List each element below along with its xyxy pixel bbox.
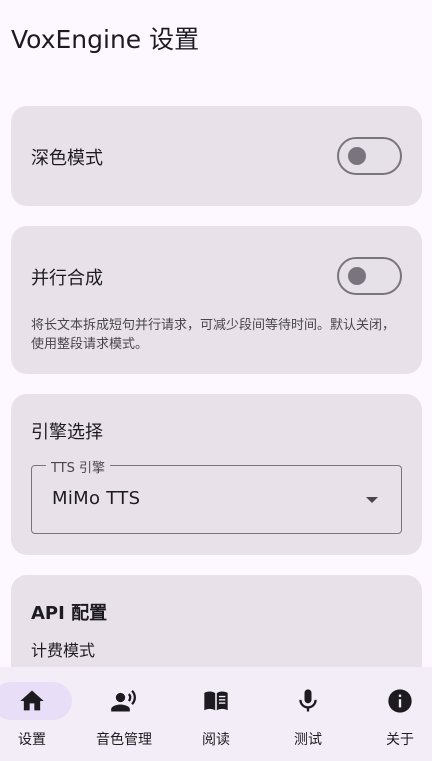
parallel-synthesis-label: 并行合成 [31, 268, 103, 289]
dark-mode-label: 深色模式 [31, 148, 103, 169]
nav-label: 关于 [386, 732, 414, 748]
home-icon [20, 690, 44, 711]
engine-select-card: 引擎选择 TTS 引擎 MiMo TTS [11, 394, 422, 555]
engine-section-label: 引擎选择 [31, 422, 103, 443]
switch-thumb [348, 267, 366, 285]
nav-item-about[interactable]: 关于 [357, 667, 432, 761]
parallel-synthesis-description: 将长文本拆成短句并行请求，可减少段间等待时间。默认关闭，使用整段请求模式。 [31, 318, 396, 352]
bottom-navigation: 设置 音色管理 阅读 测试 关于 [0, 667, 432, 761]
tts-engine-dropdown[interactable]: TTS 引擎 MiMo TTS [31, 457, 402, 534]
switch-thumb [348, 147, 366, 165]
nav-label: 设置 [18, 732, 46, 748]
dark-mode-card: 深色模式 [11, 106, 422, 206]
info-icon [388, 689, 412, 713]
dropdown-arrow-icon [366, 497, 378, 503]
nav-item-settings[interactable]: 设置 [0, 667, 75, 761]
nav-label: 阅读 [202, 732, 230, 748]
nav-label: 测试 [294, 732, 322, 748]
nav-item-test[interactable]: 测试 [265, 667, 351, 761]
tts-engine-value: MiMo TTS [52, 488, 141, 509]
parallel-synthesis-switch[interactable] [337, 257, 402, 295]
mic-icon [299, 689, 317, 712]
nav-label: 音色管理 [96, 732, 152, 748]
settings-screen: VoxEngine 设置 深色模式 并行合成 将长文本拆成短句并行请求，可减少段… [0, 0, 432, 761]
billing-mode-label: 计费模式 [31, 641, 96, 660]
page-title: VoxEngine 设置 [11, 25, 200, 54]
nav-item-voice-management[interactable]: 音色管理 [81, 667, 167, 761]
tts-engine-field-label: TTS 引擎 [46, 457, 111, 476]
nav-item-reading[interactable]: 阅读 [173, 667, 259, 761]
api-config-title: API 配置 [31, 603, 108, 624]
voice-person-icon [111, 690, 136, 712]
dark-mode-switch[interactable] [337, 137, 402, 175]
book-icon [204, 691, 228, 711]
parallel-synthesis-card: 并行合成 将长文本拆成短句并行请求，可减少段间等待时间。默认关闭，使用整段请求模… [11, 226, 422, 374]
